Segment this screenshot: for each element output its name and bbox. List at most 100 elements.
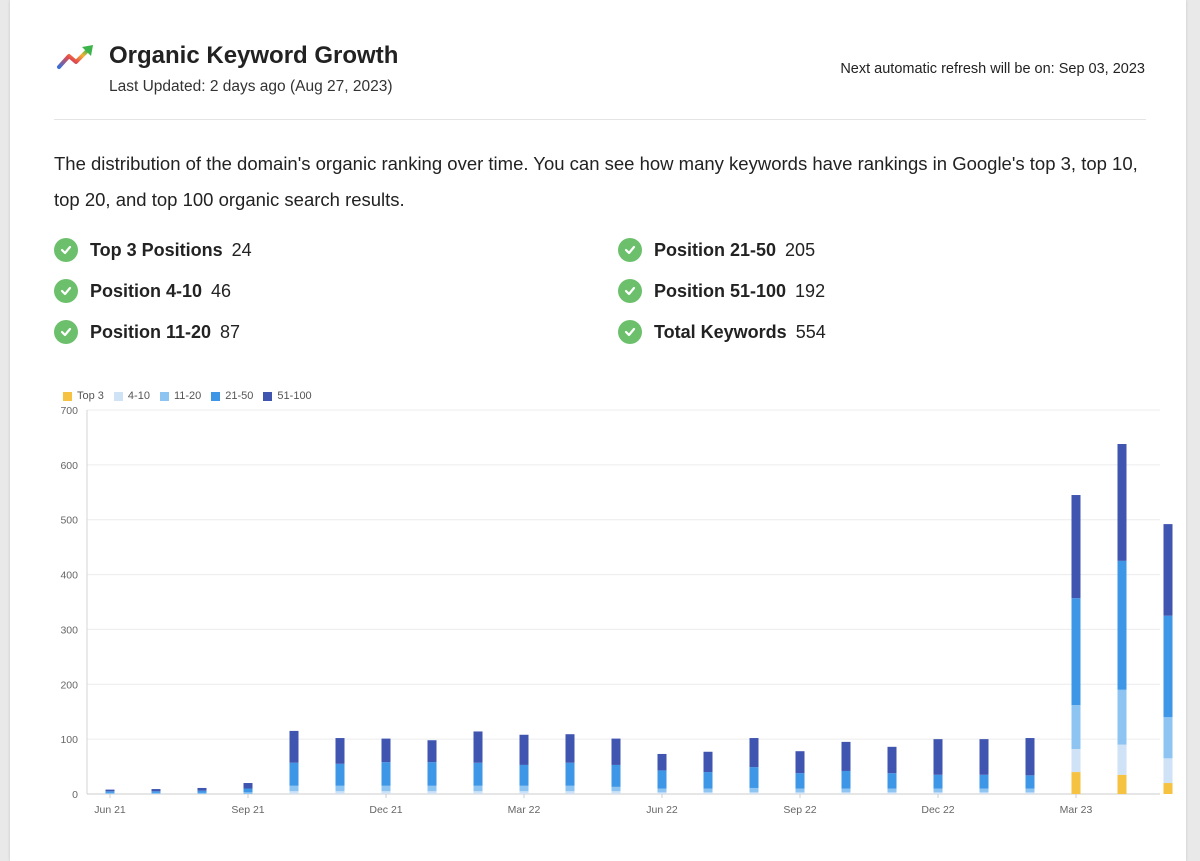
bar-segment	[335, 763, 345, 786]
bar-segment	[1163, 783, 1173, 794]
stat-label: Total Keywords	[654, 321, 787, 342]
bar-segment	[427, 762, 437, 786]
bar-segment	[1163, 524, 1173, 616]
bar-segment	[1071, 749, 1081, 773]
report-card: Organic Keyword Growth Last Updated: 2 d…	[10, 0, 1186, 861]
bar-segment	[749, 767, 759, 788]
bar-segment	[887, 773, 897, 789]
bar-segment	[795, 792, 805, 794]
bar-segment	[979, 788, 989, 793]
bar-segment	[841, 770, 851, 789]
x-tick-label: Jun 22	[646, 804, 678, 816]
bar-segment	[243, 783, 253, 789]
bar-segment	[565, 791, 575, 794]
check-circle-icon	[618, 238, 642, 262]
last-updated-text: Last Updated: 2 days ago (Aug 27, 2023)	[109, 78, 393, 95]
bar-segment	[519, 785, 529, 792]
bar-segment	[795, 751, 805, 774]
bar-segment	[381, 791, 391, 794]
trending-up-arrow-icon	[57, 45, 93, 69]
bar-segment	[1025, 788, 1035, 793]
bar-segment	[519, 764, 529, 786]
bar-segment	[657, 753, 667, 771]
stat-value: 87	[220, 321, 241, 342]
bar-segment	[335, 791, 345, 794]
stat-value: 205	[785, 239, 816, 260]
bar-segment	[427, 740, 437, 763]
bar-segment	[795, 773, 805, 789]
y-tick-label: 300	[60, 624, 78, 636]
y-tick-label: 0	[72, 789, 78, 801]
bar-segment	[243, 792, 253, 794]
bar-segment	[151, 792, 161, 794]
bar-segment	[1117, 444, 1127, 561]
stat-label: Top 3 Positions	[90, 239, 223, 260]
x-tick-label: Dec 21	[369, 804, 402, 816]
x-tick-label: Dec 22	[921, 804, 954, 816]
stat-label: Position 4-10	[90, 280, 203, 301]
bar-segment	[1117, 689, 1127, 745]
stat-total-keywords: Total Keywords 554	[618, 319, 826, 345]
bar-segment	[1025, 738, 1035, 776]
stat-position-4-10: Position 4-10 46	[54, 278, 231, 304]
bar-segment	[289, 730, 299, 763]
bar-segment	[657, 788, 667, 793]
stat-value: 192	[795, 280, 826, 301]
stat-value: 46	[211, 280, 232, 301]
x-tick-label: Jun 21	[94, 804, 126, 816]
bar-segment	[473, 731, 483, 763]
bar-segment	[565, 762, 575, 786]
bar-segment	[105, 789, 115, 792]
bar-segment	[703, 788, 713, 793]
stat-value: 24	[231, 239, 252, 260]
bar-segment	[657, 770, 667, 789]
bar-segment	[749, 792, 759, 794]
bar-segment	[1163, 758, 1173, 784]
check-circle-icon	[618, 320, 642, 344]
bar-segment	[1117, 560, 1127, 690]
bar-segment	[473, 762, 483, 786]
bar-segment	[841, 741, 851, 771]
stat-label: Position 11-20	[90, 321, 212, 342]
bar-segment	[427, 785, 437, 792]
bar-segment	[703, 751, 713, 773]
x-tick-label: Mar 22	[508, 804, 541, 816]
bar-segment	[933, 792, 943, 794]
check-circle-icon	[618, 279, 642, 303]
header-divider	[54, 119, 1146, 120]
bar-segment	[933, 774, 943, 789]
bar-segment	[473, 785, 483, 792]
y-tick-label: 500	[60, 515, 78, 527]
y-tick-label: 700	[60, 405, 78, 417]
bar-segment	[749, 787, 759, 793]
bar-segment	[841, 788, 851, 793]
bar-segment	[1025, 775, 1035, 789]
bar-segment	[1071, 705, 1081, 750]
bar-segment	[381, 762, 391, 786]
bar-segment	[197, 790, 207, 793]
refresh-schedule-text: Next automatic refresh will be on: Sep 0…	[840, 61, 1145, 77]
y-tick-label: 200	[60, 679, 78, 691]
bar-segment	[933, 739, 943, 775]
bar-segment	[1117, 744, 1127, 775]
bar-segment	[703, 792, 713, 794]
stat-position-11-20: Position 11-20 87	[54, 319, 240, 345]
stat-position-21-50: Position 21-50 205	[618, 237, 815, 263]
bar-segment	[519, 791, 529, 794]
check-circle-icon	[54, 320, 78, 344]
bar-segment	[887, 788, 897, 793]
chart-description: The distribution of the domain's organic…	[54, 153, 1138, 210]
bar-segment	[611, 738, 621, 765]
bar-segment	[473, 791, 483, 794]
bar-segment	[749, 738, 759, 768]
bar-segment	[151, 791, 161, 793]
stat-top-3: Top 3 Positions 24	[54, 237, 252, 263]
bar-segment	[335, 738, 345, 764]
bar-segment	[1163, 717, 1173, 759]
bar-segment	[105, 791, 115, 793]
bar-segment	[841, 792, 851, 794]
stat-position-51-100: Position 51-100 192	[618, 278, 825, 304]
y-tick-label: 600	[60, 460, 78, 472]
bar-segment	[979, 739, 989, 775]
bar-segment	[335, 785, 345, 792]
